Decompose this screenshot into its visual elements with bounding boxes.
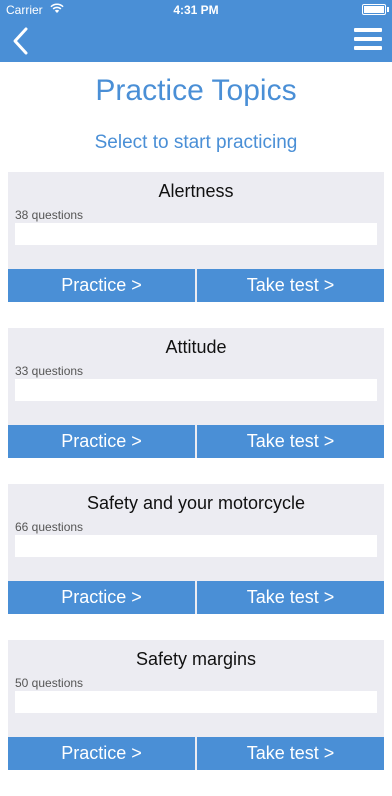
topic-card[interactable]: Attitude 33 questions Practice > Take te… bbox=[8, 328, 384, 458]
battery-icon bbox=[362, 4, 386, 15]
take-test-button[interactable]: Take test > bbox=[197, 737, 384, 770]
chevron-left-icon bbox=[13, 27, 28, 55]
navigation-bar bbox=[0, 20, 392, 62]
practice-button[interactable]: Practice > bbox=[8, 737, 195, 770]
question-count: 50 questions bbox=[15, 676, 84, 690]
topic-title: Alertness bbox=[158, 181, 234, 201]
topic-actions: Practice > Take test > bbox=[8, 269, 384, 302]
topic-card[interactable]: Safety margins 50 questions Practice > T… bbox=[8, 640, 384, 770]
status-time: 4:31 PM bbox=[173, 3, 219, 17]
topic-list: Alertness 38 questions Practice > Take t… bbox=[8, 172, 384, 796]
practice-button[interactable]: Practice > bbox=[8, 269, 195, 302]
topic-actions: Practice > Take test > bbox=[8, 737, 384, 770]
practice-button[interactable]: Practice > bbox=[8, 425, 195, 458]
status-bar: Carrier 4:31 PM bbox=[0, 0, 392, 20]
back-button[interactable] bbox=[6, 24, 40, 58]
topic-card[interactable]: Safety and your motorcycle 66 questions … bbox=[8, 484, 384, 614]
page-subtitle: Select to start practicing bbox=[94, 132, 298, 153]
question-count: 33 questions bbox=[15, 364, 84, 378]
page-title: Practice Topics bbox=[95, 74, 297, 107]
progress-bar bbox=[15, 379, 377, 401]
battery-tip bbox=[387, 7, 389, 12]
hamburger-menu-icon bbox=[354, 46, 382, 50]
question-count: 66 questions bbox=[15, 520, 84, 534]
topic-actions: Practice > Take test > bbox=[8, 581, 384, 614]
topic-title: Safety margins bbox=[135, 649, 257, 669]
menu-button[interactable] bbox=[354, 28, 382, 52]
progress-bar bbox=[15, 691, 377, 713]
take-test-button[interactable]: Take test > bbox=[197, 269, 384, 302]
progress-bar bbox=[15, 535, 377, 557]
hamburger-menu-icon bbox=[354, 28, 382, 32]
topic-title: Attitude bbox=[165, 337, 227, 357]
hamburger-menu-icon bbox=[354, 37, 382, 41]
take-test-button[interactable]: Take test > bbox=[197, 581, 384, 614]
topic-actions: Practice > Take test > bbox=[8, 425, 384, 458]
progress-bar bbox=[15, 223, 377, 245]
question-count: 38 questions bbox=[15, 208, 84, 222]
practice-button[interactable]: Practice > bbox=[8, 581, 195, 614]
topic-card[interactable]: Alertness 38 questions Practice > Take t… bbox=[8, 172, 384, 302]
topic-title: Safety and your motorcycle bbox=[86, 493, 306, 513]
take-test-button[interactable]: Take test > bbox=[197, 425, 384, 458]
